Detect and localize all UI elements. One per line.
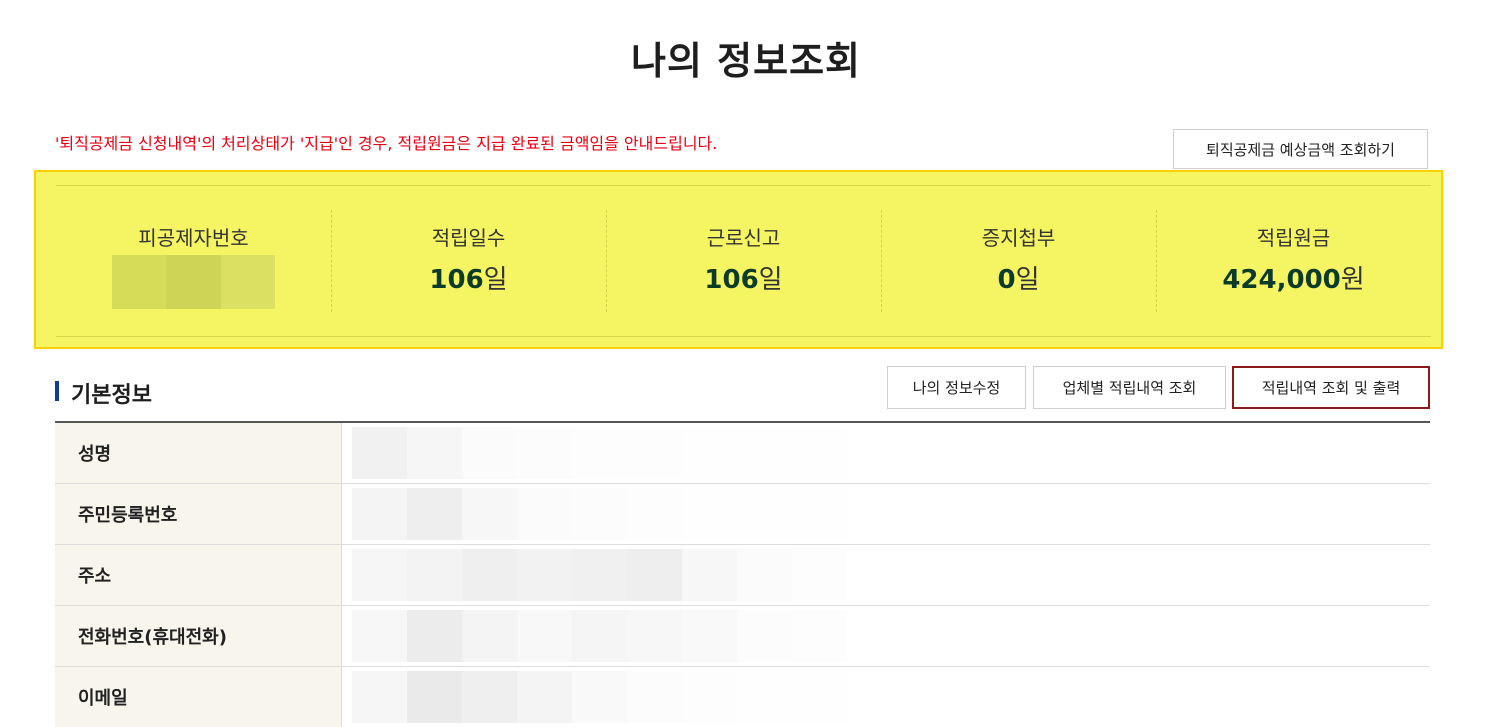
masked-value <box>342 545 1430 605</box>
stat-label: 적립원금 <box>1256 226 1331 250</box>
stat-value: 0일 <box>997 259 1039 296</box>
table-row: 주민등록번호 <box>55 484 1430 545</box>
stat-value: 106일 <box>704 259 782 296</box>
stat-stamp-attachment: 증지첩부 0일 <box>881 186 1156 336</box>
edit-my-info-button[interactable]: 나의 정보수정 <box>887 366 1026 409</box>
notice-text: '퇴직공제금 신청내역'의 처리상태가 '지급'인 경우, 적립원금은 지급 완… <box>55 134 718 153</box>
stat-label: 근로신고 <box>706 226 781 250</box>
stat-label: 피공제자번호 <box>138 226 249 250</box>
stat-principal: 적립원금 424,000원 <box>1156 186 1431 336</box>
summary-stats: 피공제자번호 적립일수 106일 근로신고 106일 증지첩부 0일 적립원금 … <box>56 185 1431 337</box>
stat-accumulated-days: 적립일수 106일 <box>331 186 606 336</box>
summary-panel: 피공제자번호 적립일수 106일 근로신고 106일 증지첩부 0일 적립원금 … <box>34 170 1443 349</box>
page-title: 나의 정보조회 <box>631 39 861 83</box>
row-label-phone: 전화번호(휴대전화) <box>55 606 342 666</box>
masked-member-number <box>112 255 275 309</box>
stat-number: 0 <box>997 265 1016 295</box>
stat-label: 적립일수 <box>431 226 506 250</box>
section-title-basic-info: 기본정보 <box>55 377 152 409</box>
masked-value <box>342 484 1430 544</box>
row-label-resident-number: 주민등록번호 <box>55 484 342 544</box>
table-row: 주소 <box>55 545 1430 606</box>
stat-unit: 일 <box>758 265 783 295</box>
stat-number: 106 <box>704 265 759 295</box>
company-history-button[interactable]: 업체별 적립내역 조회 <box>1033 366 1226 409</box>
masked-value <box>342 606 1430 666</box>
masked-value <box>342 423 1430 483</box>
basic-info-table: 성명 주민등록번호 주소 전화번호(휴대전화) 이메일 <box>55 421 1430 727</box>
row-label-address: 주소 <box>55 545 342 605</box>
print-history-button[interactable]: 적립내역 조회 및 출력 <box>1232 366 1430 409</box>
table-row: 성명 <box>55 423 1430 484</box>
stat-value: 424,000원 <box>1222 259 1364 296</box>
table-row: 이메일 <box>55 667 1430 727</box>
stat-value: 106일 <box>429 259 507 296</box>
stat-unit: 일 <box>1015 265 1040 295</box>
table-row: 전화번호(휴대전화) <box>55 606 1430 667</box>
stat-number: 424,000 <box>1222 265 1341 295</box>
stat-work-report: 근로신고 106일 <box>606 186 881 336</box>
stat-number: 106 <box>429 265 484 295</box>
row-label-email: 이메일 <box>55 667 342 727</box>
estimate-amount-button[interactable]: 퇴직공제금 예상금액 조회하기 <box>1173 129 1428 169</box>
stat-unit: 원 <box>1340 265 1365 295</box>
masked-value <box>342 667 1430 727</box>
row-label-name: 성명 <box>55 423 342 483</box>
stat-member-number: 피공제자번호 <box>56 186 331 336</box>
stat-label: 증지첩부 <box>981 226 1056 250</box>
stat-unit: 일 <box>483 265 508 295</box>
